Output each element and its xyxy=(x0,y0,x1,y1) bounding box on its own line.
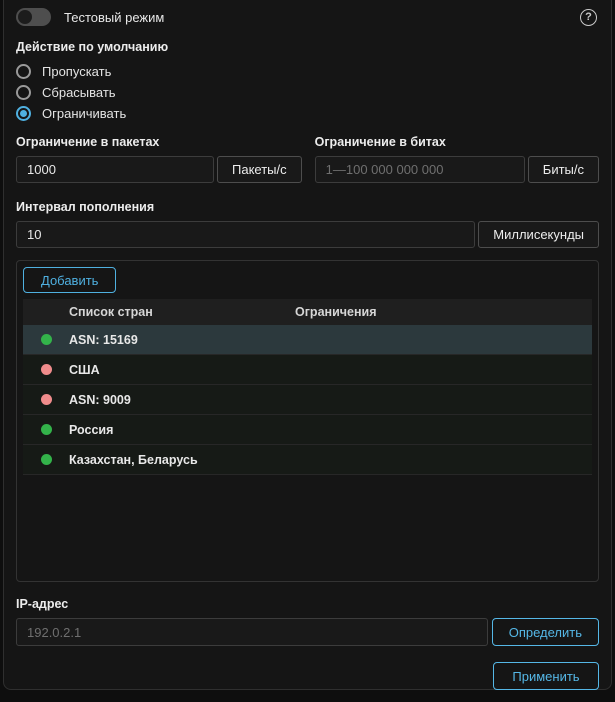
packet-limit-group: Пакеты/с xyxy=(16,156,302,183)
bit-limit-label: Ограничение в битах xyxy=(315,134,599,150)
row-name: ASN: 9009 xyxy=(69,393,295,407)
packet-limit-field: Ограничение в пакетах Пакеты/с xyxy=(16,134,302,183)
packet-limit-label: Ограничение в пакетах xyxy=(16,134,302,150)
table-row[interactable]: Россия xyxy=(23,415,592,445)
radio-label: Пропускать xyxy=(42,64,111,79)
refill-interval-label: Интервал пополнения xyxy=(16,199,599,215)
status-dot-icon xyxy=(41,454,52,465)
test-mode-label: Тестовый режим xyxy=(64,10,164,25)
countries-column-header: Список стран xyxy=(69,305,295,319)
apply-row: Применить xyxy=(16,662,599,690)
toggle-knob-icon xyxy=(18,10,32,24)
bit-limit-input[interactable] xyxy=(315,156,525,183)
radio-option-pass[interactable]: Пропускать xyxy=(16,61,599,82)
status-dot-icon xyxy=(41,424,52,435)
test-mode-toggle[interactable] xyxy=(16,8,51,26)
table-row[interactable]: Казахстан, Беларусь xyxy=(23,445,592,475)
ip-address-label: IP-адрес xyxy=(16,596,599,612)
radio-option-limit[interactable]: Ограничивать xyxy=(16,103,599,124)
radio-option-drop[interactable]: Сбрасывать xyxy=(16,82,599,103)
limits-grid: Ограничение в пакетах Пакеты/с Ограничен… xyxy=(16,134,599,183)
limits-column-header: Ограничения xyxy=(295,305,592,319)
header-row: Тестовый режим ? xyxy=(16,7,599,27)
table-header: Список стран Ограничения xyxy=(23,299,592,325)
add-button[interactable]: Добавить xyxy=(23,267,116,293)
ip-address-group: Определить xyxy=(16,618,599,646)
bit-limit-field: Ограничение в битах Биты/с xyxy=(315,134,599,183)
table-row[interactable]: ASN: 15169 xyxy=(23,325,592,355)
row-name: Россия xyxy=(69,423,295,437)
bit-limit-unit: Биты/с xyxy=(528,156,599,183)
packet-limit-input[interactable] xyxy=(16,156,214,183)
status-dot-icon xyxy=(41,364,52,375)
packet-limit-unit: Пакеты/с xyxy=(217,156,302,183)
refill-interval-unit: Миллисекунды xyxy=(478,221,599,248)
status-dot-icon xyxy=(41,334,52,345)
refill-interval-group: Миллисекунды xyxy=(16,221,599,248)
bit-limit-group: Биты/с xyxy=(315,156,599,183)
radio-icon xyxy=(16,106,31,121)
detect-button[interactable]: Определить xyxy=(492,618,599,646)
default-action-radio-group: Пропускать Сбрасывать Ограничивать xyxy=(16,61,599,124)
refill-interval-input[interactable] xyxy=(16,221,475,248)
help-icon[interactable]: ? xyxy=(580,9,597,26)
row-name: США xyxy=(69,363,295,377)
status-dot-icon xyxy=(41,394,52,405)
row-name: ASN: 15169 xyxy=(69,333,295,347)
settings-card: Тестовый режим ? Действие по умолчанию П… xyxy=(3,0,612,690)
table-row[interactable]: ASN: 9009 xyxy=(23,385,592,415)
radio-icon xyxy=(16,85,31,100)
row-name: Казахстан, Беларусь xyxy=(69,453,295,467)
radio-label: Ограничивать xyxy=(42,106,126,121)
radio-label: Сбрасывать xyxy=(42,85,116,100)
ip-address-input[interactable] xyxy=(16,618,488,646)
apply-button[interactable]: Применить xyxy=(493,662,599,690)
table-row[interactable]: США xyxy=(23,355,592,385)
radio-icon xyxy=(16,64,31,79)
countries-panel: Добавить Список стран Ограничения ASN: 1… xyxy=(16,260,599,582)
default-action-label: Действие по умолчанию xyxy=(16,39,599,55)
